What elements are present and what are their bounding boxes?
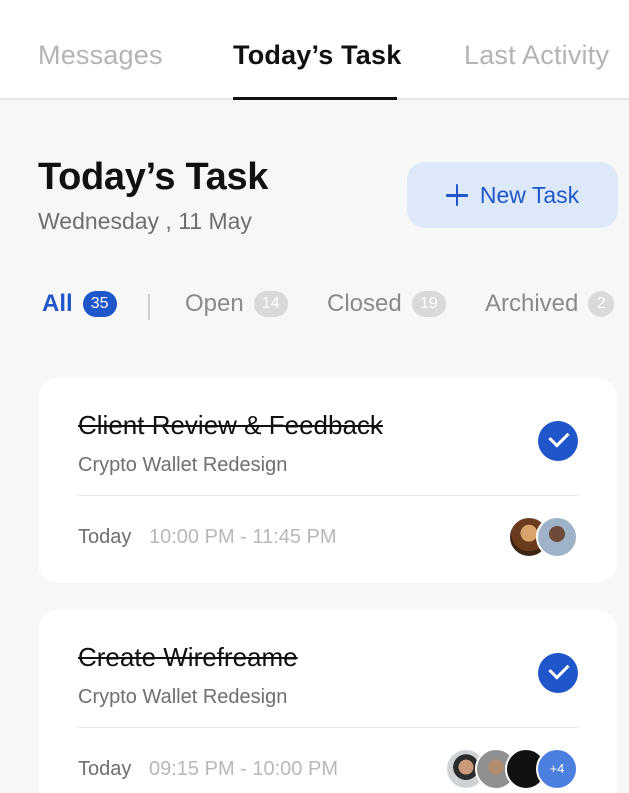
task-time: 09:15 PM - 10:00 PM: [149, 758, 338, 780]
filter-archived[interactable]: Archived 2: [485, 290, 615, 318]
filter-open[interactable]: Open 14: [185, 290, 288, 318]
new-task-button[interactable]: New Task: [407, 162, 618, 228]
filter-all[interactable]: All 35: [42, 290, 117, 318]
filter-divider: [148, 294, 150, 320]
top-tabs: Messages Today’s Task Last Activity: [0, 0, 629, 100]
task-day: Today: [78, 758, 132, 780]
filter-open-label: Open: [185, 290, 244, 317]
task-complete-check-icon[interactable]: [538, 653, 578, 693]
card-divider: [78, 495, 578, 496]
new-task-label: New Task: [479, 181, 580, 208]
task-complete-check-icon[interactable]: [538, 421, 578, 461]
task-card[interactable]: Client Review & Feedback Crypto Wallet R…: [38, 378, 617, 583]
filter-archived-count: 2: [588, 291, 615, 317]
page-title: Today’s Task: [38, 156, 269, 198]
tab-messages[interactable]: Messages: [38, 40, 163, 71]
tab-last-activity[interactable]: Last Activity: [464, 40, 609, 71]
task-title: Create Wirefreame: [78, 642, 298, 672]
active-tab-indicator: [233, 97, 397, 100]
filter-open-count: 14: [253, 291, 288, 317]
assignee-avatars: [508, 516, 578, 558]
task-time: 10:00 PM - 11:45 PM: [149, 526, 337, 548]
task-card[interactable]: Create Wirefreame Crypto Wallet Redesign…: [38, 610, 617, 793]
filter-tabs: All 35 Open 14 Closed 19 Archived 2: [0, 290, 629, 330]
filter-all-count: 35: [82, 291, 117, 317]
filter-closed[interactable]: Closed 19: [327, 290, 446, 318]
page-date: Wednesday , 11 May: [38, 208, 252, 234]
filter-archived-label: Archived: [485, 290, 579, 317]
card-divider: [78, 727, 578, 728]
more-members-badge[interactable]: +4: [536, 748, 578, 790]
filter-closed-label: Closed: [327, 290, 402, 317]
task-project: Crypto Wallet Redesign: [78, 454, 288, 476]
task-day: Today: [78, 526, 132, 548]
task-project: Crypto Wallet Redesign: [78, 686, 288, 708]
task-title: Client Review & Feedback: [78, 410, 383, 440]
avatar: [536, 516, 578, 558]
assignee-avatars: +4: [445, 748, 578, 790]
tab-todays-task[interactable]: Today’s Task: [233, 40, 401, 71]
plus-icon: [445, 184, 468, 206]
filter-closed-count: 19: [411, 291, 446, 317]
filter-all-label: All: [42, 290, 73, 317]
